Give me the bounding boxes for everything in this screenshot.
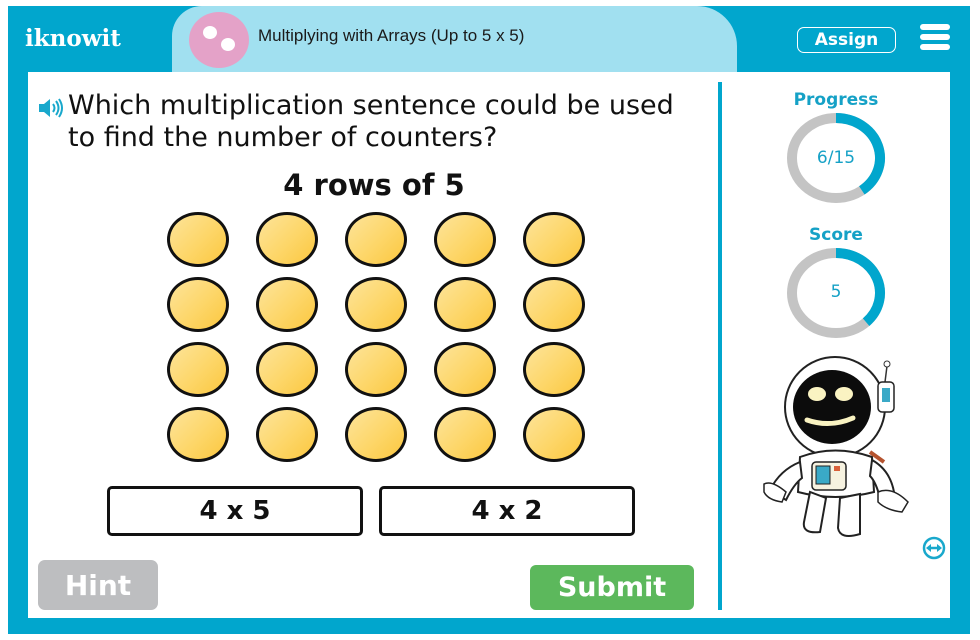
counter [345, 342, 407, 397]
hamburger-menu-icon[interactable] [920, 24, 950, 50]
counters-icon [189, 12, 249, 68]
submit-button[interactable]: Submit [530, 565, 694, 610]
counter [523, 277, 585, 332]
array-prompt: 4 rows of 5 [283, 168, 465, 202]
assign-button[interactable]: Assign [797, 27, 896, 53]
logo-text: iknowit [25, 24, 121, 52]
counter [256, 212, 318, 267]
progress-value: 6/15 [816, 148, 856, 168]
hint-button[interactable]: Hint [38, 560, 158, 610]
counter [167, 407, 229, 462]
score-value: 5 [830, 282, 842, 302]
counter [256, 277, 318, 332]
counter [434, 277, 496, 332]
counter [523, 407, 585, 462]
counter [345, 407, 407, 462]
speaker-icon[interactable] [38, 98, 64, 118]
answer-option-2[interactable]: 4 x 2 [379, 486, 635, 536]
counter [256, 342, 318, 397]
question-text: Which multiplication sentence could be u… [68, 90, 674, 153]
progress-label: Progress [793, 90, 879, 110]
counter [434, 407, 496, 462]
answer-option-1[interactable]: 4 x 5 [107, 486, 363, 536]
counter [523, 212, 585, 267]
iknowit-logo[interactable]: iknowit [25, 12, 155, 64]
counter [345, 277, 407, 332]
swap-arrows-icon[interactable] [922, 536, 946, 560]
counter [167, 212, 229, 267]
counter [434, 342, 496, 397]
counter-array [167, 212, 587, 468]
score-label: Score [809, 225, 863, 245]
astronaut-mascot [763, 356, 909, 537]
lesson-title: Multiplying with Arrays (Up to 5 x 5) [258, 26, 525, 45]
counter [167, 342, 229, 397]
counter [167, 277, 229, 332]
counter [256, 407, 318, 462]
counter [434, 212, 496, 267]
counter [523, 342, 585, 397]
counter [345, 212, 407, 267]
panel-divider [718, 82, 722, 610]
